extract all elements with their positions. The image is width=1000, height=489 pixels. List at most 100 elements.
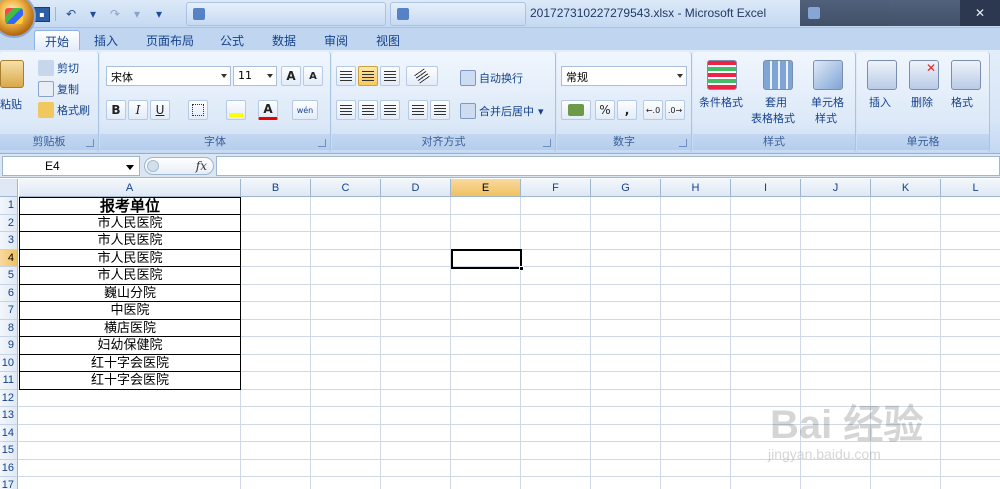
column-header-i[interactable]: I: [731, 179, 801, 197]
merge-center-button[interactable]: 合并后居中 ▾: [460, 103, 544, 119]
decrease-decimal-button[interactable]: .0→: [665, 100, 685, 120]
undo-button[interactable]: ↶: [61, 5, 81, 23]
tab-home[interactable]: 开始: [34, 30, 81, 50]
font-name-select[interactable]: 宋体: [106, 66, 231, 86]
row-header-2[interactable]: 2: [0, 214, 18, 232]
insert-cells-button[interactable]: 插入: [869, 94, 891, 110]
format-cells-button[interactable]: 格式: [951, 94, 973, 110]
dialog-launcher-icon[interactable]: [86, 139, 94, 147]
row-header-9[interactable]: 9: [0, 337, 18, 355]
phonetic-guide-button[interactable]: wén: [292, 100, 318, 120]
grow-font-button[interactable]: A: [281, 66, 301, 86]
fill-handle[interactable]: [519, 265, 524, 271]
table-cell[interactable]: 红十字会医院: [19, 354, 241, 372]
column-header-e[interactable]: E: [451, 179, 521, 197]
fill-color-button[interactable]: [226, 100, 246, 120]
column-header-h[interactable]: H: [661, 179, 731, 197]
table-cell[interactable]: 市人民医院: [19, 232, 241, 250]
close-button[interactable]: ✕: [960, 0, 1000, 26]
column-header-g[interactable]: G: [591, 179, 661, 197]
row-header-15[interactable]: 15: [0, 442, 18, 460]
column-header-c[interactable]: C: [311, 179, 381, 197]
column-header-b[interactable]: B: [241, 179, 311, 197]
increase-indent-button[interactable]: [430, 100, 450, 120]
cut-button[interactable]: 剪切: [38, 60, 79, 76]
tab-review[interactable]: 审阅: [314, 30, 358, 50]
active-cell-cursor[interactable]: [451, 248, 524, 271]
align-left-button[interactable]: [336, 100, 356, 120]
table-cell[interactable]: 巍山分院: [19, 284, 241, 302]
column-header-j[interactable]: J: [801, 179, 871, 197]
currency-button[interactable]: [561, 100, 591, 120]
table-cell[interactable]: 中医院: [19, 302, 241, 320]
tab-data[interactable]: 数据: [262, 30, 306, 50]
customize-qat-button[interactable]: ▾: [149, 5, 169, 23]
dialog-launcher-icon[interactable]: [679, 139, 687, 147]
dialog-launcher-icon[interactable]: [318, 139, 326, 147]
redo-dropdown[interactable]: ▾: [127, 5, 147, 23]
copy-button[interactable]: 复制: [38, 81, 79, 97]
italic-button[interactable]: I: [128, 100, 148, 120]
formula-input[interactable]: [216, 156, 1000, 176]
row-header-16[interactable]: 16: [0, 459, 18, 477]
tab-insert[interactable]: 插入: [84, 30, 128, 50]
save-icon[interactable]: ▪: [34, 6, 50, 22]
row-header-7[interactable]: 7: [0, 302, 18, 320]
row-header-8[interactable]: 8: [0, 319, 18, 337]
taskbar-tab[interactable]: [390, 2, 526, 26]
cell-styles-button-line2[interactable]: 样式: [815, 110, 837, 126]
font-size-select[interactable]: 11: [233, 66, 277, 86]
tab-formulas[interactable]: 公式: [210, 30, 254, 50]
percent-button[interactable]: %: [595, 100, 615, 120]
column-header-d[interactable]: D: [381, 179, 451, 197]
insert-function-button[interactable]: fx: [196, 159, 207, 173]
increase-decimal-button[interactable]: ←.0: [643, 100, 663, 120]
row-header-5[interactable]: 5: [0, 267, 18, 285]
tab-page-layout[interactable]: 页面布局: [136, 30, 204, 50]
orientation-button[interactable]: [406, 66, 438, 86]
row-header-4[interactable]: 4: [0, 249, 18, 267]
align-middle-button[interactable]: [358, 66, 378, 86]
table-cell[interactable]: 红十字会医院: [19, 372, 241, 390]
row-header-13[interactable]: 13: [0, 407, 18, 425]
delete-cells-button[interactable]: 删除: [911, 94, 933, 110]
wrap-text-button[interactable]: 自动换行: [460, 70, 523, 86]
underline-button[interactable]: U: [150, 100, 170, 120]
column-header-a[interactable]: A: [19, 179, 241, 197]
tab-view[interactable]: 视图: [366, 30, 410, 50]
font-color-button[interactable]: A: [258, 100, 278, 120]
table-cell[interactable]: 市人民医院: [19, 249, 241, 267]
conditional-format-button[interactable]: 条件格式: [699, 94, 743, 110]
format-painter-button[interactable]: 格式刷: [38, 102, 90, 118]
redo-button[interactable]: ↷: [105, 5, 125, 23]
column-header-f[interactable]: F: [521, 179, 591, 197]
comma-style-button[interactable]: ,: [617, 100, 637, 120]
select-all-button[interactable]: [0, 179, 18, 197]
table-cell[interactable]: 横店医院: [19, 319, 241, 337]
name-box[interactable]: E4: [2, 156, 140, 176]
header-cell[interactable]: 报考单位: [19, 197, 241, 215]
number-format-select[interactable]: 常规: [561, 66, 687, 86]
row-header-1[interactable]: 1: [0, 197, 18, 215]
shrink-font-button[interactable]: A: [303, 66, 323, 86]
format-as-table-button-line2[interactable]: 表格格式: [751, 110, 795, 126]
column-header-l[interactable]: L: [941, 179, 1000, 197]
table-cell[interactable]: 市人民医院: [19, 214, 241, 232]
row-header-3[interactable]: 3: [0, 232, 18, 250]
align-center-button[interactable]: [358, 100, 378, 120]
undo-dropdown[interactable]: ▾: [83, 5, 103, 23]
row-header-12[interactable]: 12: [0, 389, 18, 407]
align-top-button[interactable]: [336, 66, 356, 86]
row-header-10[interactable]: 10: [0, 354, 18, 372]
taskbar-tab[interactable]: [800, 0, 960, 26]
row-header-17[interactable]: 17: [0, 477, 18, 489]
formula-bar-resize-icon[interactable]: [147, 160, 159, 172]
row-header-14[interactable]: 14: [0, 424, 18, 442]
align-bottom-button[interactable]: [380, 66, 400, 86]
taskbar-tab[interactable]: [186, 2, 386, 26]
cell-styles-button[interactable]: 单元格: [811, 94, 844, 110]
decrease-indent-button[interactable]: [408, 100, 428, 120]
table-cell[interactable]: 妇幼保健院: [19, 337, 241, 355]
column-header-k[interactable]: K: [871, 179, 941, 197]
borders-button[interactable]: [188, 100, 208, 120]
